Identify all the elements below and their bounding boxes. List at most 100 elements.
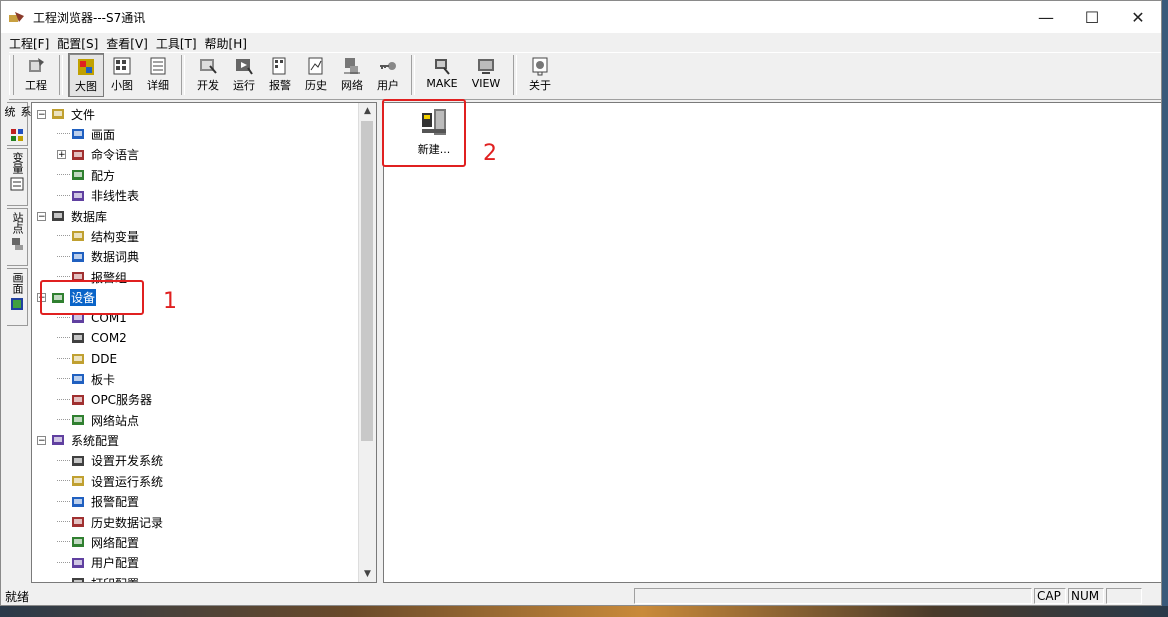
tree-node[interactable]: 设置开发系统 [57,452,164,470]
tree-connector [57,561,70,564]
tree-connector [57,500,70,503]
side-tab-stations[interactable]: 站点 [7,208,28,266]
details-view-icon [148,56,168,76]
tree-node[interactable]: 网络配置 [57,533,140,551]
annotation-number-1: 1 [163,289,177,314]
scroll-up-icon[interactable]: ▲ [359,103,376,119]
tree-node[interactable]: OPC服务器 [57,391,153,409]
struct-variable-icon [70,229,86,243]
alarm-icon [270,56,290,76]
close-button[interactable]: ✕ [1115,1,1161,33]
toolbar-develop-button[interactable]: 开发 [190,53,226,97]
menu-project[interactable]: 工程[F] [9,35,49,52]
tools-icon [50,433,66,447]
toolbar-user-button[interactable]: 用户 [370,53,406,97]
status-bar: 就绪 CAP NUM [1,586,1161,605]
toolbar-make-button[interactable]: MAKE [420,53,464,97]
history-record-icon [70,515,86,529]
collapse-icon[interactable]: − [37,435,46,445]
collapse-icon[interactable]: − [37,109,46,119]
toolbar-view-button[interactable]: VIEW [464,53,508,97]
toolbar-history-button[interactable]: 历史 [298,53,334,97]
dev-settings-icon [70,454,86,468]
title-bar: 工程浏览器---S7通讯 — ☐ ✕ [1,1,1161,33]
history-icon [306,56,326,76]
dde-icon [70,352,86,366]
large-icon-view-icon [76,57,96,77]
toolbar-about-button[interactable]: 关于 [522,53,558,97]
side-tab-screens[interactable]: 画面 [7,268,28,326]
tree-connector [57,133,70,135]
tree-node[interactable]: DDE [57,350,118,368]
side-tab-system[interactable]: 系统 [3,102,32,146]
tree-node-label: 非线性表 [91,189,140,204]
tree-node-label: 设置开发系统 [91,454,164,469]
scroll-thumb[interactable] [361,121,373,441]
tree-node[interactable]: 用户配置 [57,554,140,572]
toolbar-details-button[interactable]: 详细 [140,53,176,97]
tree-node[interactable]: 网络站点 [57,411,140,429]
tree-node[interactable]: 画面 [57,125,116,143]
side-tabs: 系统 变量 站点 画面 [3,102,32,582]
app-logo-icon [9,10,27,24]
tree-node[interactable]: 历史数据记录 [57,513,164,531]
tree-node[interactable]: 结构变量 [57,227,140,245]
tree-node[interactable]: 报警配置 [57,493,140,511]
maximize-button[interactable]: ☐ [1069,1,1115,33]
menu-view[interactable]: 查看[V] [106,35,148,52]
tree-node-label: 历史数据记录 [91,515,164,530]
board-card-icon [70,372,86,386]
toolbar-alarm-button[interactable]: 报警 [262,53,298,97]
content-pane: 新建... [383,102,1161,583]
tree-node[interactable]: 非线性表 [57,187,140,205]
toolbar-small-icons-button[interactable]: 小图 [104,53,140,97]
highlight-box-2 [382,99,466,167]
tree-connector [57,174,70,176]
tree-node[interactable]: 设置运行系统 [57,472,164,490]
menu-tools[interactable]: 工具[T] [156,35,197,52]
tree-connector [57,398,70,401]
user-key-icon [378,56,398,76]
system-tab-icon [10,128,24,142]
network-config-icon [70,535,86,549]
minimize-button[interactable]: — [1023,1,1069,33]
status-cap: CAP [1034,588,1066,604]
status-pane-extra [1106,588,1142,604]
toolbar: 工程 大图 小图 详细 开发 运行 报警 历史 网络 用户 MAKE VIEW … [9,52,1161,100]
tree-node[interactable]: COM2 [57,329,128,347]
tree-connector [57,235,70,237]
expand-icon[interactable]: + [57,150,66,160]
scroll-down-icon[interactable]: ▼ [359,566,376,582]
tree-node-label: 系统配置 [71,433,120,448]
toolbar-network-button[interactable]: 网络 [334,53,370,97]
toolbar-run-button[interactable]: 运行 [226,53,262,97]
develop-icon [198,56,218,76]
tree-node[interactable]: 配方 [57,166,116,184]
toolbar-large-icons-button[interactable]: 大图 [68,53,104,97]
user-config-icon [70,556,86,570]
tree-node[interactable]: 打印配置 [57,574,140,582]
collapse-icon[interactable]: − [37,211,46,221]
com-port-icon [70,331,86,345]
side-tab-variables[interactable]: 变量 [7,148,28,206]
tree-connector [57,521,70,523]
tree-node-label: 报警配置 [91,495,140,510]
tree-scrollbar[interactable]: ▲ ▼ [358,103,376,582]
tree-node[interactable]: − 数据库 [37,207,108,225]
tree-node[interactable]: − 文件 [37,105,96,123]
toolbar-project-button[interactable]: 工程 [18,53,54,97]
menu-help[interactable]: 帮助[H] [205,35,247,52]
tree-node[interactable]: − 系统配置 [37,431,120,449]
tree-node[interactable]: 板卡 [57,370,116,388]
tree-node[interactable]: + 命令语言 [57,146,140,164]
tree-connector [57,378,70,380]
tree-node-label: 设置运行系统 [91,474,164,489]
folder-icon [50,107,66,121]
menu-bar: 工程[F] 配置[S] 查看[V] 工具[T] 帮助[H] [1,34,1161,52]
tree-connector [57,276,70,278]
screen-icon [70,127,86,141]
tree-node[interactable]: 数据词典 [57,248,140,266]
tree-connector [57,419,70,421]
toolbar-grip[interactable] [9,55,14,95]
menu-config[interactable]: 配置[S] [57,35,98,52]
